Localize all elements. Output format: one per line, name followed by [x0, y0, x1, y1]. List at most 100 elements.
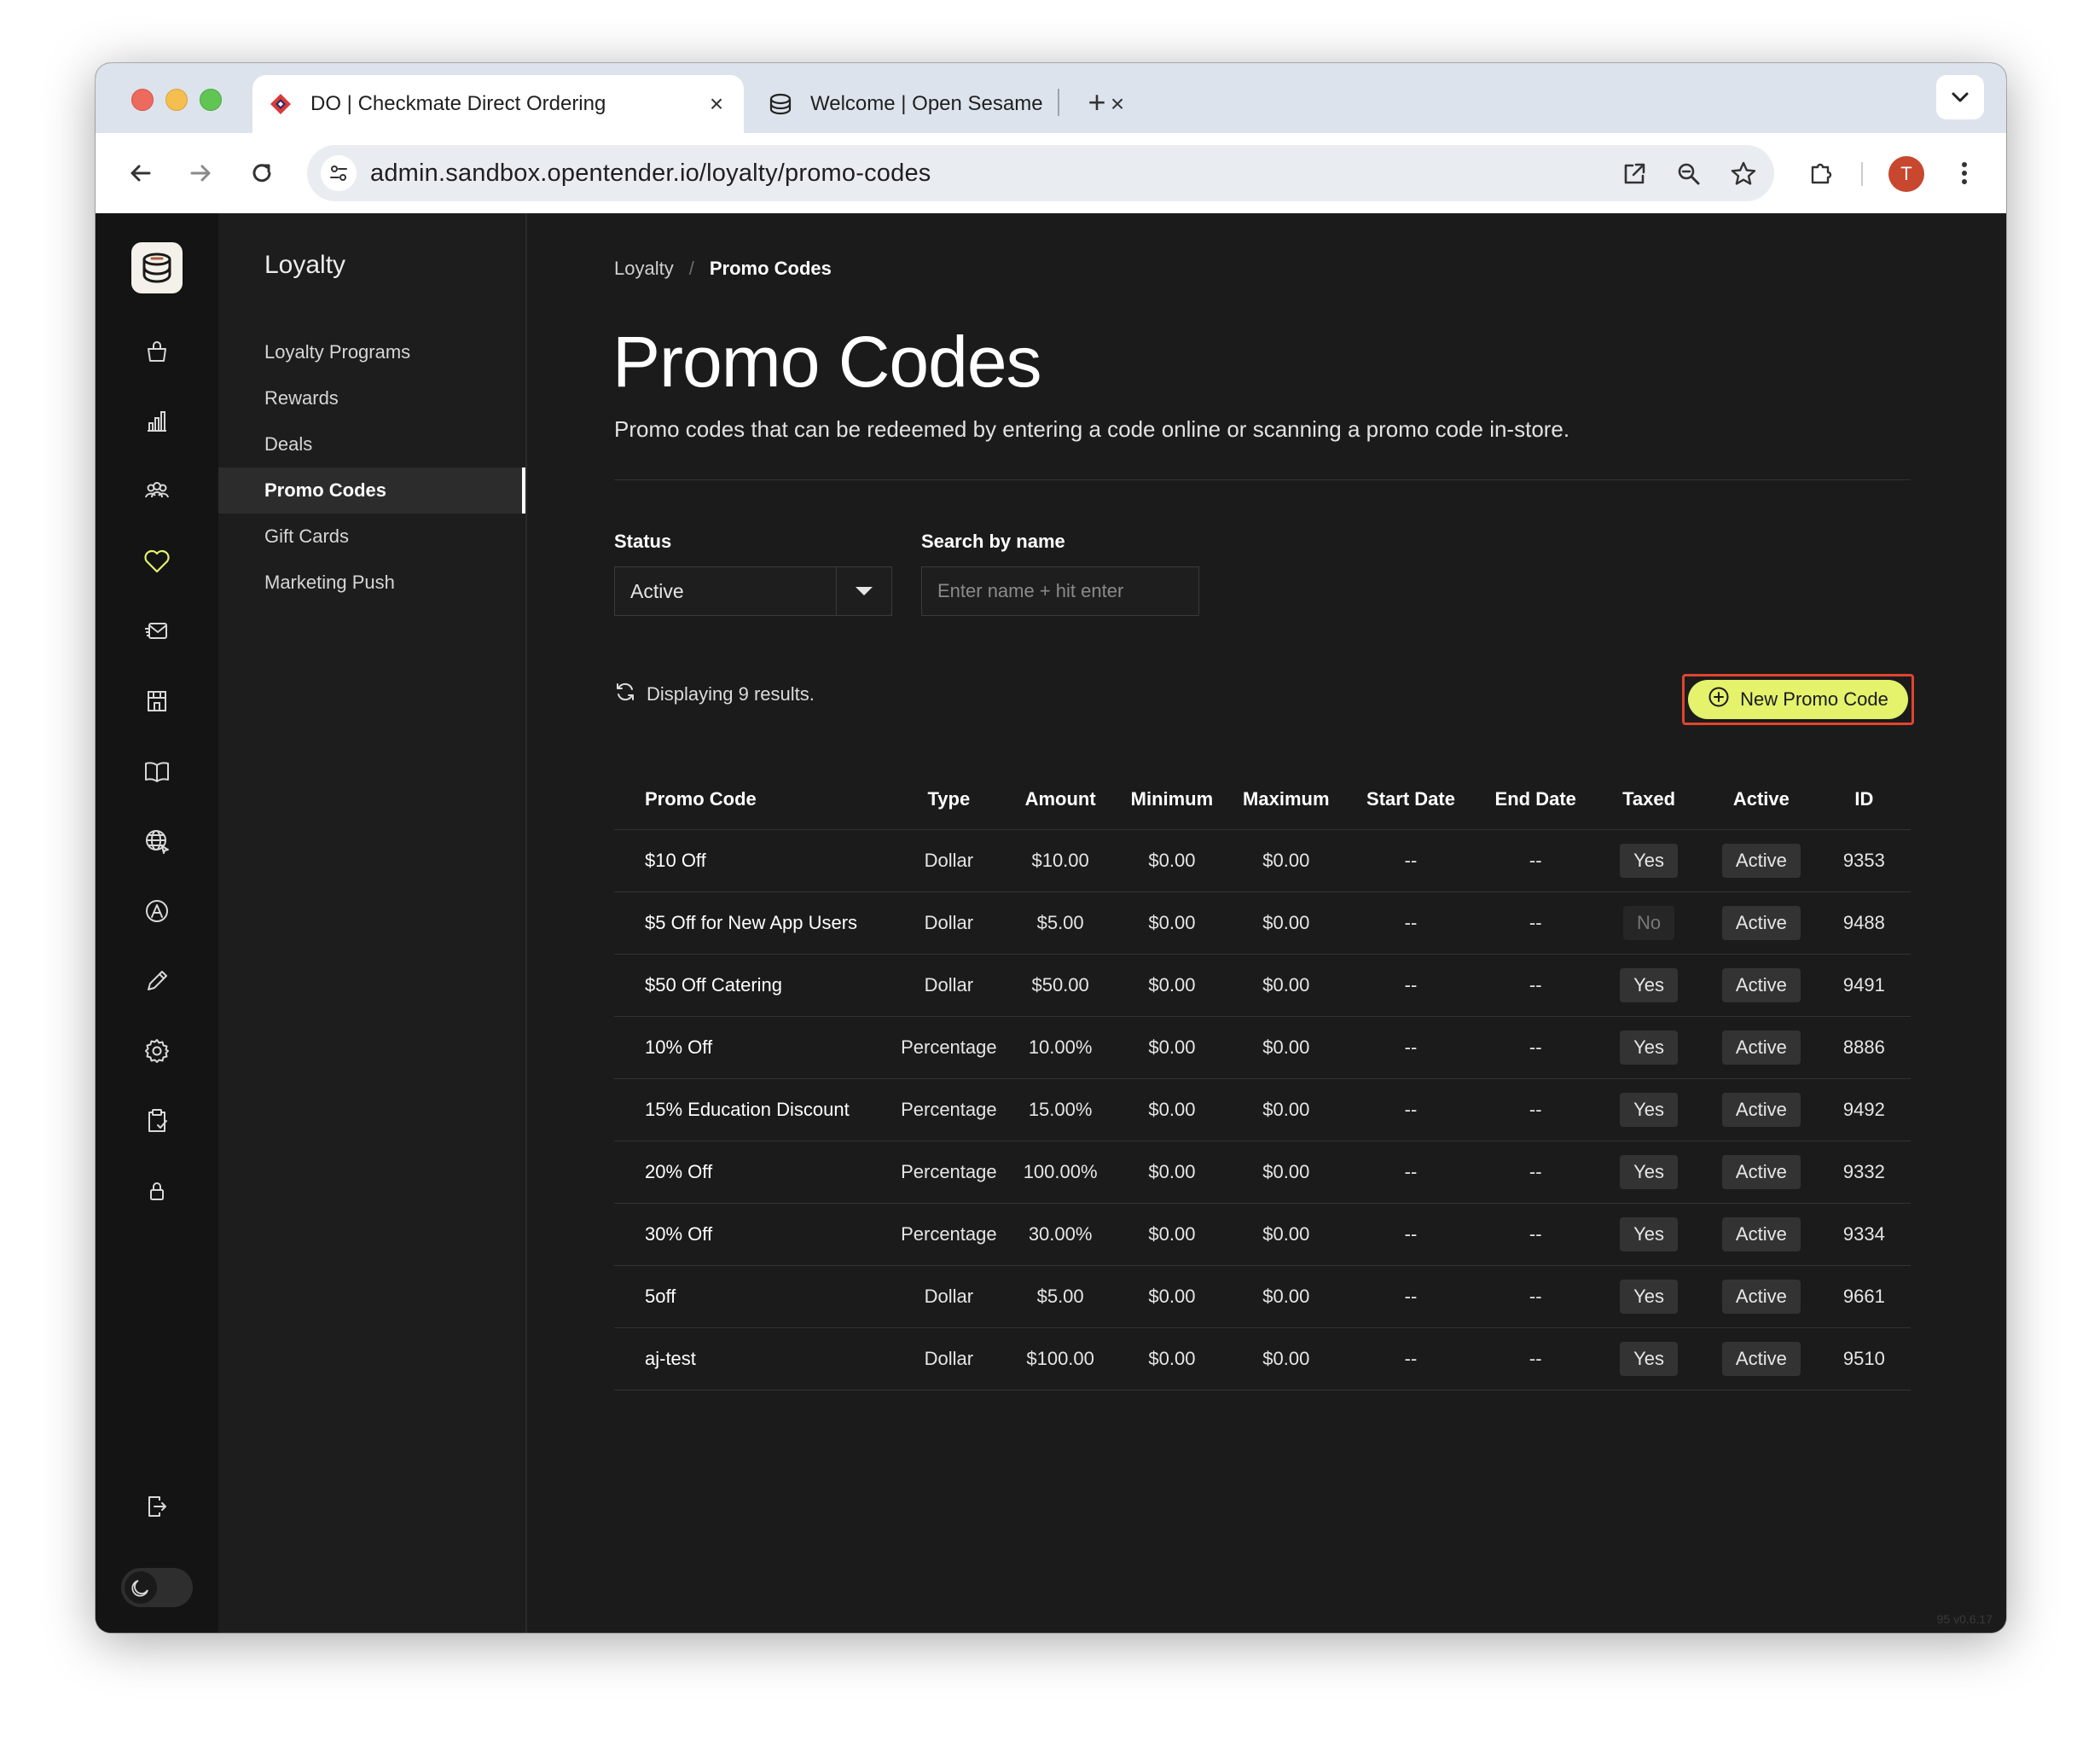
mail-icon[interactable]	[131, 606, 183, 657]
table-row[interactable]: 15% Education Discount Percentage 15.00% $0…	[614, 1078, 1911, 1141]
store-icon[interactable]	[131, 676, 183, 727]
type-cell: Percentage	[891, 1016, 1006, 1079]
tab-search-button[interactable]	[1936, 75, 1984, 119]
table-row[interactable]: 5off Dollar $5.00 $0.00 $0.00 -- -- Yes Active 96…	[614, 1265, 1911, 1328]
end-cell: --	[1478, 829, 1593, 892]
zoom-window-button[interactable]	[200, 89, 222, 111]
end-cell: --	[1478, 954, 1593, 1017]
new-promo-code-button[interactable]: New Promo Code	[1688, 680, 1908, 719]
shopping-bag-icon[interactable]	[131, 326, 183, 377]
subnav-item-gift-cards[interactable]: Gift Cards	[218, 514, 525, 560]
subnav-item-rewards[interactable]: Rewards	[218, 375, 525, 421]
subnav-item-loyalty-programs[interactable]: Loyalty Programs	[218, 329, 525, 375]
status-select[interactable]: Active	[614, 566, 892, 616]
clipboard-check-icon[interactable]	[131, 1095, 183, 1147]
reload-button[interactable]	[242, 154, 281, 193]
table-row[interactable]: 10% Off Percentage 10.00% $0.00 $0.00 -- -- Yes…	[614, 1016, 1911, 1079]
id-cell: 9661	[1817, 1265, 1911, 1328]
column-header[interactable]: Maximum	[1228, 769, 1343, 830]
table-row[interactable]: $5 Off for New App Users Dollar $5.00 $0.00…	[614, 891, 1911, 955]
table-row[interactable]: aj-test Dollar $100.00 $0.00 $0.00 -- -- Yes Act…	[614, 1327, 1911, 1390]
promo-code-name[interactable]: 5off	[614, 1265, 892, 1328]
column-header[interactable]: Type	[891, 769, 1006, 830]
search-by-name-input[interactable]	[921, 566, 1199, 616]
arrow-left-icon	[131, 165, 151, 182]
site-settings-icon[interactable]	[321, 155, 357, 191]
users-icon[interactable]	[131, 466, 183, 517]
puzzle-icon	[1811, 163, 1832, 184]
subnav-item-marketing-push[interactable]: Marketing Push	[218, 560, 525, 606]
promo-code-name[interactable]: 20% Off	[614, 1141, 892, 1204]
column-header[interactable]: ID	[1817, 769, 1911, 830]
gear-icon[interactable]	[131, 1025, 183, 1077]
caret-down-icon[interactable]	[836, 567, 891, 615]
taxed-cell: Yes	[1592, 1016, 1705, 1079]
column-header[interactable]: Amount	[1006, 769, 1115, 830]
open-in-new-icon[interactable]	[1617, 157, 1651, 191]
open-sesame-logo-icon[interactable]	[131, 242, 183, 293]
page-title: Promo Codes	[612, 322, 1042, 402]
active-cell: Active	[1704, 1327, 1818, 1390]
extensions-button[interactable]	[1801, 154, 1841, 193]
promo-code-name[interactable]: 30% Off	[614, 1203, 892, 1266]
profile-avatar[interactable]: T	[1888, 156, 1924, 192]
column-header[interactable]: Active	[1704, 769, 1818, 830]
promo-code-name[interactable]: $10 Off	[614, 829, 892, 892]
bookmark-star-icon[interactable]	[1726, 157, 1761, 191]
new-tab-button[interactable]: +	[1076, 82, 1117, 123]
active-cell: Active	[1704, 1265, 1818, 1328]
dark-mode-toggle[interactable]	[121, 1568, 193, 1607]
book-icon[interactable]	[131, 746, 183, 797]
tab-active[interactable]: DO | Checkmate Direct Ordering ×	[252, 75, 744, 133]
table-row[interactable]: $50 Off Catering Dollar $50.00 $0.00 $0.00 --…	[614, 954, 1911, 1017]
subnav-item-deals[interactable]: Deals	[218, 421, 525, 467]
open-sesame-favicon-icon	[768, 91, 793, 117]
back-button[interactable]	[121, 154, 160, 193]
amount-cell: $100.00	[1006, 1327, 1115, 1390]
address-bar[interactable]: admin.sandbox.opentender.io/loyalty/prom…	[307, 145, 1774, 201]
column-header[interactable]: End Date	[1478, 769, 1593, 830]
column-header[interactable]: Promo Code	[614, 769, 892, 830]
results-count-text: Displaying 9 results.	[647, 683, 815, 705]
bar-chart-icon[interactable]	[131, 396, 183, 447]
pencil-icon[interactable]	[131, 955, 183, 1007]
minimize-window-button[interactable]	[165, 89, 188, 111]
id-cell: 9353	[1817, 829, 1911, 892]
forward-button[interactable]	[181, 154, 220, 193]
column-header[interactable]: Taxed	[1592, 769, 1705, 830]
close-tab-icon[interactable]: ×	[705, 90, 728, 117]
tab-title: DO | Checkmate Direct Ordering	[310, 92, 606, 115]
maximum-cell: $0.00	[1228, 1327, 1343, 1390]
logout-icon[interactable]	[131, 1481, 183, 1532]
close-window-button[interactable]	[131, 89, 154, 111]
table-row[interactable]: $10 Off Dollar $10.00 $0.00 $0.00 -- -- Yes Acti…	[614, 829, 1911, 892]
browser-menu-button[interactable]	[1945, 154, 1984, 193]
results-summary: Displaying 9 results.	[614, 681, 815, 708]
lock-icon[interactable]	[131, 1165, 183, 1216]
breadcrumb-loyalty-link[interactable]: Loyalty	[614, 258, 674, 280]
promo-code-name[interactable]: aj-test	[614, 1327, 892, 1390]
subnav-item-promo-codes[interactable]: Promo Codes	[218, 467, 525, 514]
url-text[interactable]: admin.sandbox.opentender.io/loyalty/prom…	[370, 145, 931, 201]
promo-code-name[interactable]: 15% Education Discount	[614, 1078, 892, 1141]
promo-code-name[interactable]: 10% Off	[614, 1016, 892, 1079]
column-header[interactable]: Start Date	[1343, 769, 1479, 830]
end-cell: --	[1478, 891, 1593, 955]
taxed-badge: Yes	[1620, 1217, 1679, 1251]
promo-code-name[interactable]: $50 Off Catering	[614, 954, 892, 1017]
promo-codes-table: Promo Code Type Amount Minimum Maximum S…	[614, 769, 1911, 1390]
column-header[interactable]: Minimum	[1114, 769, 1229, 830]
zoom-icon[interactable]	[1672, 157, 1706, 191]
breadcrumb: Loyalty / Promo Codes	[614, 258, 832, 280]
table-row[interactable]: 30% Off Percentage 30.00% $0.00 $0.00 -- -- Yes…	[614, 1203, 1911, 1266]
table-row[interactable]: 20% Off Percentage 100.00% $0.00 $0.00 -- -- Ye…	[614, 1141, 1911, 1204]
refresh-icon[interactable]	[614, 681, 636, 708]
taxed-cell: Yes	[1592, 829, 1705, 892]
globe-icon[interactable]	[131, 816, 183, 867]
end-cell: --	[1478, 1016, 1593, 1079]
start-cell: --	[1343, 1327, 1479, 1390]
app-store-icon[interactable]	[131, 885, 183, 937]
heart-icon[interactable]	[131, 536, 183, 587]
promo-code-name[interactable]: $5 Off for New App Users	[614, 891, 892, 955]
active-cell: Active	[1704, 954, 1818, 1017]
